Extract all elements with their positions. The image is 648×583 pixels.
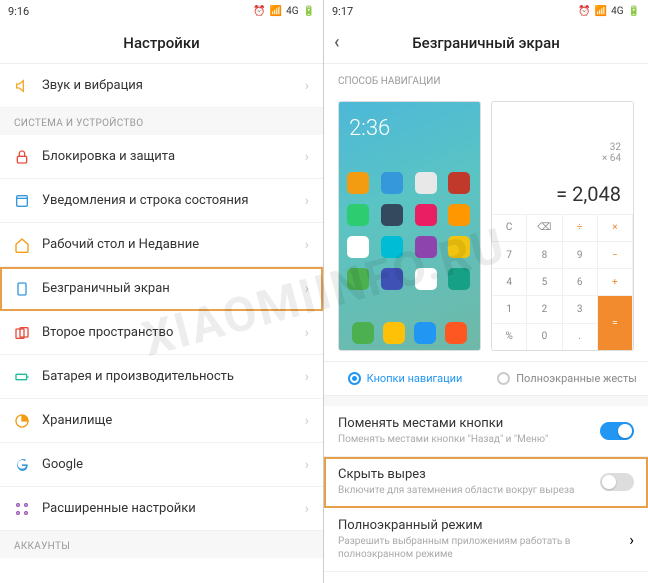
chevron-right-icon: › — [305, 281, 309, 297]
row-label: Google — [42, 457, 305, 472]
chevron-right-icon: › — [305, 501, 309, 517]
setting-title: Поменять местами кнопки — [338, 416, 600, 431]
chevron-right-icon: › — [305, 237, 309, 253]
setting-fsmode[interactable]: Полноэкранный режим Разрешить выбранным … — [324, 508, 648, 572]
row-label: Блокировка и защита — [42, 149, 305, 164]
setting-subtitle: Разрешить выбранным приложениям работать… — [338, 535, 629, 561]
setting-subtitle: Включите для затемнения области вокруг в… — [338, 484, 600, 497]
section-system: СИСТЕМА И УСТРОЙСТВО — [0, 108, 323, 135]
signal-icon: 📶 — [595, 6, 607, 17]
setting-title: Полноэкранный режим — [338, 518, 629, 533]
row-label: Безграничный экран — [42, 281, 305, 296]
row-label: Расширенные настройки — [42, 501, 305, 516]
page-title: Безграничный экран — [412, 34, 560, 52]
fullscreen-icon — [14, 281, 42, 297]
row-lock[interactable]: Блокировка и защита › — [0, 135, 323, 179]
notif-icon — [14, 193, 42, 209]
preview-gestures[interactable]: 32× 64 = 2,048 C⌫÷× 789− 456+ 123= %0. — [491, 101, 634, 351]
chevron-right-icon: › — [629, 530, 634, 549]
network-label: 4G — [611, 6, 623, 17]
setting-subtitle: Поменять местами кнопки "Назад" и "Меню" — [338, 433, 600, 446]
nav-previews: 2:36 32× 64 = 2,048 C⌫÷× 789− 456+ 123= — [324, 95, 648, 361]
row-label: Рабочий стол и Недавние — [42, 237, 305, 252]
fullscreen-settings-screen: 9:17 ⏰ 📶 4G 🔋 ‹ Безграничный экран СПОСО… — [324, 0, 648, 583]
row-google[interactable]: Google › — [0, 443, 323, 487]
alarm-icon: ⏰ — [253, 6, 265, 17]
statusbar-left: 9:16 ⏰ 📶 4G 🔋 — [0, 0, 323, 22]
row-label: Второе пространство — [42, 325, 305, 340]
radio-on-icon — [348, 372, 361, 385]
sound-icon — [14, 78, 42, 94]
chevron-right-icon: › — [305, 369, 309, 385]
battery-icon: 🔋 — [628, 6, 640, 17]
row-label: Уведомления и строка состояния — [42, 193, 305, 208]
alarm-icon: ⏰ — [578, 6, 590, 17]
row-storage[interactable]: Хранилище › — [0, 399, 323, 443]
row-label: Звук и вибрация — [42, 78, 305, 93]
calc-keys: C⌫÷× 789− 456+ 123= %0. — [492, 214, 633, 350]
battery-icon: 🔋 — [303, 6, 315, 17]
row-second[interactable]: Второе пространство › — [0, 311, 323, 355]
chevron-right-icon: › — [305, 413, 309, 429]
row-sound[interactable]: Звук и вибрация › — [0, 64, 323, 108]
statusbar-right: 9:17 ⏰ 📶 4G 🔋 — [324, 0, 648, 22]
toggle-hidecutout[interactable] — [600, 473, 634, 491]
signal-icon: 📶 — [270, 6, 282, 17]
lock-icon — [14, 149, 42, 165]
row-battery[interactable]: Батарея и производительность › — [0, 355, 323, 399]
network-label: 4G — [286, 6, 298, 17]
setting-hidecutout[interactable]: Скрыть вырез Включите для затемнения обл… — [324, 457, 648, 508]
chevron-right-icon: › — [305, 149, 309, 165]
storage-icon — [14, 413, 42, 429]
battery-icon — [14, 369, 42, 385]
setting-swap[interactable]: Поменять местами кнопки Поменять местами… — [324, 406, 648, 457]
row-advanced[interactable]: Расширенные настройки › — [0, 487, 323, 531]
toggle-swap[interactable] — [600, 422, 634, 440]
preview-time: 2:36 — [349, 116, 390, 141]
advanced-icon — [14, 501, 42, 517]
chevron-right-icon: › — [305, 78, 309, 94]
header-right: ‹ Безграничный экран — [324, 22, 648, 64]
chevron-right-icon: › — [305, 193, 309, 209]
chevron-right-icon: › — [305, 325, 309, 341]
row-home[interactable]: Рабочий стол и Недавние › — [0, 223, 323, 267]
preview-app-grid — [347, 172, 472, 290]
chevron-right-icon: › — [305, 457, 309, 473]
nav-method-options: Кнопки навигации Полноэкранные жесты — [324, 361, 648, 396]
status-time: 9:16 — [8, 5, 29, 18]
row-notif[interactable]: Уведомления и строка состояния › — [0, 179, 323, 223]
settings-screen: 9:16 ⏰ 📶 4G 🔋 Настройки Звук и вибрация … — [0, 0, 324, 583]
row-fullscreen[interactable]: Безграничный экран › — [0, 267, 323, 311]
google-icon — [14, 457, 42, 473]
home-icon — [14, 237, 42, 253]
nav-buttons-option[interactable]: Кнопки навигации — [324, 362, 486, 395]
nav-method-label: СПОСОБ НАВИГАЦИИ — [324, 64, 648, 95]
radio-off-icon — [497, 372, 510, 385]
status-time: 9:17 — [332, 5, 353, 18]
row-label: Батарея и производительность — [42, 369, 305, 384]
section-accounts: АККАУНТЫ — [0, 531, 323, 558]
back-button[interactable]: ‹ — [334, 32, 340, 53]
page-title: Настройки — [123, 34, 199, 52]
preview-nav-buttons[interactable]: 2:36 — [338, 101, 481, 351]
header-left: Настройки — [0, 22, 323, 64]
nav-gestures-option[interactable]: Полноэкранные жесты — [486, 362, 648, 395]
row-label: Хранилище — [42, 413, 305, 428]
setting-title: Скрыть вырез — [338, 467, 600, 482]
second-icon — [14, 325, 42, 341]
preview-dock — [347, 322, 472, 344]
